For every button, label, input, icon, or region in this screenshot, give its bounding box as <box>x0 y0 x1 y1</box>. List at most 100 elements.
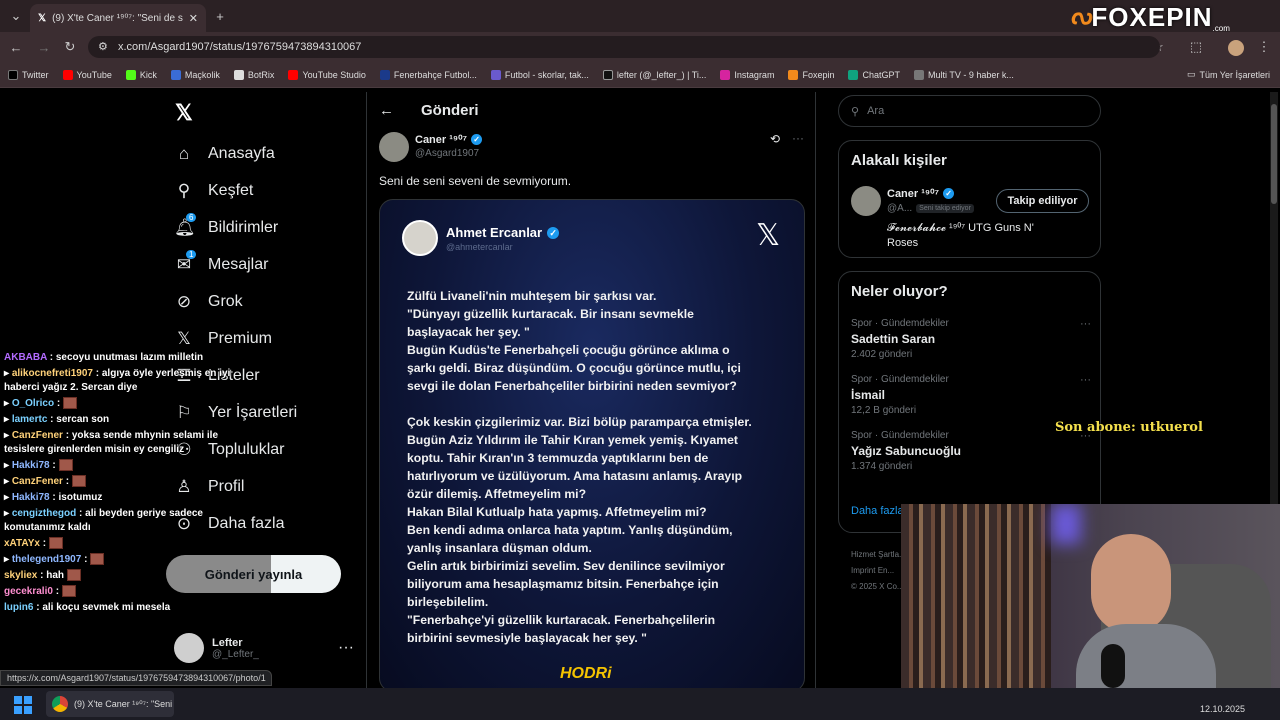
all-bookmarks-folder[interactable]: ▭ Tüm Yer İşaretleri <box>1187 69 1280 80</box>
new-tab-button[interactable]: + <box>210 6 230 26</box>
chat-user: lamertc <box>11 414 48 425</box>
windows-start-icon[interactable] <box>14 696 32 714</box>
rgb-light <box>1051 504 1081 544</box>
grok-refresh-icon[interactable]: ⟲ <box>770 132 780 146</box>
trend-item[interactable]: Spor · Gündemdekiler İsmail 12,2 B gönde… <box>851 374 1091 416</box>
chat-emote <box>90 553 105 566</box>
trend-item[interactable]: Spor · Gündemdekiler Sadettin Saran 2.40… <box>851 318 1091 360</box>
chat-message: ▸ Hakki78 : <box>4 459 254 473</box>
chat-user: CanzFener <box>11 430 63 441</box>
x-favicon-icon: 𝕏 <box>38 12 47 24</box>
chat-message: AKBABA : secoyu unutması lazım milletin <box>4 352 204 363</box>
chat-user: Hakki78 <box>11 460 50 471</box>
image-line: "Fenerbahçe'yi güzellik kurtaracak. Fene… <box>407 613 716 627</box>
chat-text: isotumuz <box>58 492 103 503</box>
bookmark-item[interactable]: YouTube <box>62 69 112 80</box>
trend-item[interactable]: Spor · Gündemdekiler Yağız Sabuncuoğlu 1… <box>851 430 1091 472</box>
close-tab-icon[interactable]: ✕ <box>189 12 198 25</box>
windows-taskbar: (9) X'te Caner ¹⁹⁰⁷: "Seni 12.10.2025 <box>0 688 1280 720</box>
nav-home[interactable]: ⌂ Anasayfa <box>174 135 354 172</box>
bookmark-item[interactable]: Futbol - skorlar, tak... <box>490 69 589 80</box>
trend-category: Spor · Gündemdekiler <box>851 318 949 329</box>
taskbar-chrome-app[interactable]: (9) X'te Caner ¹⁹⁰⁷: "Seni <box>46 691 174 717</box>
foxepin-watermark: ᔓ FOXEPIN .com <box>1070 2 1230 33</box>
forward-icon[interactable]: → <box>34 37 54 57</box>
bookmark-item[interactable]: BotRix <box>233 69 275 80</box>
account-name: Lefter <box>212 636 243 649</box>
x-logo-icon[interactable]: 𝕏 <box>175 100 193 126</box>
address-bar[interactable]: ⚙ x.com/Asgard1907/status/19767594738943… <box>88 36 1160 58</box>
home-icon: ⌂ <box>178 143 190 163</box>
bookmark-item[interactable]: lefter (@_lefter_) | Ti... <box>602 69 706 80</box>
extensions-icon[interactable]: ⬚ <box>1186 37 1206 57</box>
main-column: ← Gönderi Caner ¹⁹⁰⁷ ✓ @Asgard1907 ⟲ ···… <box>366 92 816 692</box>
show-more-link[interactable]: Daha fazla <box>851 505 904 517</box>
bookmark-item[interactable]: Twitter <box>8 69 49 80</box>
last-subscriber-label: Son abone: utkuerol <box>1055 420 1203 435</box>
author-name: Caner ¹⁹⁰⁷ <box>415 134 468 146</box>
reload-icon[interactable]: ↻ <box>60 37 80 57</box>
related-people-card: Alakalı kişiler Caner ¹⁹⁰⁷ ✓ @A... Seni … <box>838 140 1101 258</box>
bookmark-label: Foxepin <box>802 69 835 80</box>
related-name-row[interactable]: Caner ¹⁹⁰⁷ ✓ <box>887 187 955 200</box>
chat-emote <box>66 569 81 582</box>
author-handle[interactable]: @Asgard1907 <box>415 148 479 159</box>
bookmark-item[interactable]: YouTube Studio <box>288 69 366 80</box>
author-avatar[interactable] <box>379 132 409 162</box>
watermark-brand: FOXEPIN <box>1091 2 1213 32</box>
image-line: birbirini sevmesiyle başlayacak her şey.… <box>407 631 647 645</box>
tab-search-icon[interactable]: ⌄ <box>6 6 26 26</box>
nav-label: Premium <box>208 329 273 347</box>
bookmark-item[interactable]: Fenerbahçe Futbol... <box>379 69 477 80</box>
footer-link[interactable]: Imprint <box>851 566 875 575</box>
bookmark-label: Kick <box>139 69 157 80</box>
post-more-icon[interactable]: ··· <box>792 131 804 145</box>
bookmark-label: Multi TV - 9 haber k... <box>928 69 1014 80</box>
microphone <box>1101 644 1125 688</box>
bookmark-item[interactable]: Maçkolik <box>170 69 220 80</box>
post-image[interactable]: Ahmet Ercanlar ✓ @ahmetercanlar 𝕏 Zülfü … <box>379 199 805 692</box>
chat-message: lupin6 : ali koçu sevmek mi mesela <box>4 602 171 613</box>
nav-explore[interactable]: ⚲ Keşfet <box>174 172 354 209</box>
active-tab[interactable]: 𝕏 (9) X'te Caner ¹⁹⁰⁷: "Seni de sen ✕ <box>30 4 206 32</box>
chat-message: xATAYx : <box>4 537 254 551</box>
bookmark-item[interactable]: Instagram <box>720 69 774 80</box>
footer-link[interactable]: En... <box>878 566 894 575</box>
author-name-row[interactable]: Caner ¹⁹⁰⁷ ✓ <box>415 133 483 146</box>
trend-more-icon[interactable]: ··· <box>1080 318 1091 330</box>
nav-messages[interactable]: ✉ Mesajlar 1 <box>174 246 354 283</box>
image-line: Zülfü Livaneli'nin muhteşem bir şarkısı … <box>407 289 657 303</box>
bookmark-label: BotRix <box>247 69 275 80</box>
scrollbar-thumb[interactable] <box>1271 104 1277 204</box>
related-handle: @A... <box>887 203 913 214</box>
back-icon[interactable]: ← <box>6 37 26 57</box>
image-line: Hakan Bilal Kutlualp hata yapmış. Affetm… <box>407 505 707 519</box>
trends-card: Neler oluyor? Spor · Gündemdekiler Sadet… <box>838 271 1101 533</box>
taskbar-date: 12.10.2025 <box>1200 704 1246 714</box>
trend-more-icon[interactable]: ··· <box>1080 374 1091 386</box>
search-box[interactable]: ⚲ Ara <box>838 95 1101 127</box>
account-switcher[interactable]: Lefter @_Lefter_ ··· <box>174 633 354 663</box>
site-info-icon[interactable]: ⚙ <box>98 40 108 53</box>
chat-emote <box>62 397 77 410</box>
menu-kebab-icon[interactable]: ⋮ <box>1254 37 1274 57</box>
search-input[interactable]: Ara <box>867 105 884 117</box>
bookmark-item[interactable]: Foxepin <box>788 69 835 80</box>
trend-name: İsmail <box>851 388 886 402</box>
profile-avatar[interactable] <box>1228 40 1244 56</box>
nav-grok[interactable]: ⊘ Grok <box>174 283 354 320</box>
trend-category: Spor · Gündemdekiler <box>851 374 949 385</box>
related-avatar[interactable] <box>851 186 881 216</box>
following-button[interactable]: Takip ediliyor <box>996 189 1089 213</box>
avatar <box>174 633 204 663</box>
back-arrow-icon[interactable]: ← <box>379 102 394 119</box>
image-author-row: Ahmet Ercanlar ✓ <box>446 225 560 240</box>
bookmark-item[interactable]: ChatGPT <box>848 69 900 80</box>
chat-user: thelegend1907 <box>11 554 82 565</box>
bookmark-item[interactable]: Kick <box>125 69 157 80</box>
image-author-handle: @ahmetercanlar <box>446 242 513 252</box>
trend-count: 1.374 gönderi <box>851 461 913 472</box>
nav-notifications[interactable]: 🔔︎ Bildirimler 6 <box>174 209 354 246</box>
trend-name: Sadettin Saran <box>851 332 936 346</box>
bookmark-item[interactable]: Multi TV - 9 haber k... <box>914 69 1014 80</box>
